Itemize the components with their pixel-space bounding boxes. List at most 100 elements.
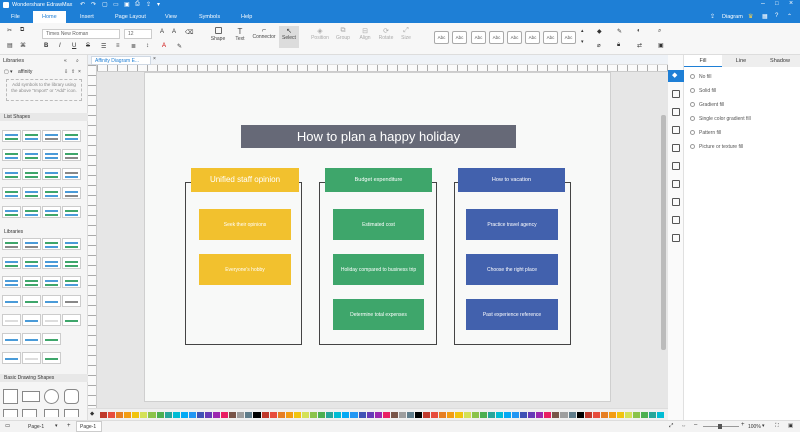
format-painter-icon[interactable]: ⌘ — [20, 42, 26, 49]
color-swatch[interactable] — [657, 412, 665, 418]
fill-option[interactable]: Pattern fill — [690, 130, 721, 136]
color-swatch[interactable] — [253, 412, 261, 418]
shape-thumbnail[interactable] — [42, 206, 61, 218]
theme-icon[interactable]: ▣ — [658, 42, 664, 49]
style-preset[interactable]: Abc — [434, 31, 449, 44]
text-button[interactable]: T Text — [230, 27, 250, 42]
color-swatch[interactable] — [334, 412, 342, 418]
library-dropdown-icon[interactable]: ▾ — [10, 69, 13, 75]
rectangle-shape[interactable] — [3, 389, 18, 404]
chart-tool-icon[interactable] — [672, 162, 680, 170]
undo-icon[interactable]: ↶ — [80, 1, 85, 8]
color-swatch[interactable] — [423, 412, 431, 418]
collapse-panel-icon[interactable]: « — [64, 58, 67, 64]
shape-thumbnail[interactable] — [2, 206, 21, 218]
font-grow-icon[interactable]: A — [160, 29, 164, 35]
color-swatch[interactable] — [100, 412, 108, 418]
shape-thumbnail[interactable] — [44, 409, 59, 417]
shape-thumbnail[interactable] — [2, 257, 21, 269]
color-swatch[interactable] — [415, 412, 423, 418]
page-tool-icon[interactable] — [672, 144, 680, 152]
color-swatch[interactable] — [479, 412, 487, 418]
align-icon[interactable]: ≣ — [131, 43, 136, 50]
column-header[interactable]: Budget expenditure — [325, 168, 432, 192]
shape-thumbnail[interactable] — [62, 257, 81, 269]
style-preset[interactable]: Abc — [471, 31, 486, 44]
select-button[interactable]: ↖ Select — [279, 26, 299, 48]
color-swatch[interactable] — [633, 412, 641, 418]
color-swatch[interactable] — [528, 412, 536, 418]
shape-thumbnail[interactable] — [22, 238, 41, 250]
color-swatch[interactable] — [164, 412, 172, 418]
color-swatch[interactable] — [406, 412, 415, 418]
affinity-card[interactable]: Past experience reference — [466, 299, 558, 330]
diagram-title[interactable]: How to plan a happy holiday — [241, 125, 516, 148]
color-swatch[interactable] — [277, 412, 285, 418]
shape-thumbnail[interactable] — [62, 149, 81, 161]
affinity-card[interactable]: Determine total expenses — [333, 299, 424, 330]
print-icon[interactable]: ⎙ — [135, 1, 140, 8]
color-swatch[interactable] — [293, 412, 301, 418]
layers-tool-icon[interactable] — [672, 126, 680, 134]
shape-thumbnail[interactable] — [2, 352, 21, 364]
color-swatch[interactable] — [649, 412, 657, 418]
style-preset[interactable]: Abc — [543, 31, 558, 44]
style-preset[interactable]: Abc — [489, 31, 504, 44]
color-swatch[interactable] — [390, 412, 398, 418]
color-swatch[interactable] — [318, 412, 326, 418]
clear-format-icon[interactable]: ⌫ — [185, 29, 193, 36]
color-swatch[interactable] — [221, 412, 229, 418]
shape-thumbnail[interactable] — [42, 333, 61, 345]
affinity-card[interactable]: Holiday compared to business trip — [333, 254, 424, 285]
style-preset[interactable]: Abc — [507, 31, 522, 44]
fill-option[interactable]: Picture or texture fill — [690, 144, 743, 150]
color-swatch[interactable] — [503, 412, 511, 418]
color-swatch[interactable] — [455, 412, 463, 418]
style-preset[interactable]: Abc — [452, 31, 467, 44]
color-swatch[interactable] — [108, 412, 116, 418]
maximize-icon[interactable]: □ — [775, 1, 779, 7]
shape-thumbnail[interactable] — [62, 276, 81, 288]
color-swatch[interactable] — [560, 412, 568, 418]
vertical-scrollbar[interactable] — [661, 115, 666, 350]
shape-thumbnail[interactable] — [42, 257, 61, 269]
page-select[interactable]: Page-1 — [28, 424, 44, 430]
fill-option[interactable]: Gradient fill — [690, 102, 724, 108]
help-icon[interactable]: ? — [775, 13, 778, 19]
color-swatch[interactable] — [520, 412, 528, 418]
copy-icon[interactable]: ⧉ — [20, 27, 24, 34]
fill-tool-active[interactable]: ◆ — [668, 70, 684, 82]
connector-button[interactable]: ⌐ Connector — [251, 27, 277, 40]
highlight-icon[interactable]: ✎ — [177, 43, 182, 50]
color-swatch[interactable] — [511, 412, 520, 418]
shape-button[interactable]: Shape — [208, 27, 228, 42]
color-swatch[interactable] — [439, 412, 447, 418]
page-dropdown-icon[interactable]: ▾ — [55, 423, 58, 429]
color-swatch[interactable] — [358, 412, 366, 418]
import-icon[interactable]: ⇩ — [64, 69, 68, 75]
color-swatch[interactable] — [374, 412, 382, 418]
color-swatch[interactable] — [495, 412, 503, 418]
color-swatch[interactable] — [172, 412, 180, 418]
color-swatch[interactable] — [116, 412, 124, 418]
color-swatch[interactable] — [382, 412, 390, 418]
shape-thumbnail[interactable] — [42, 314, 61, 326]
column-header[interactable]: How to vacation — [458, 168, 565, 192]
share-icon[interactable]: ⇪ — [710, 13, 715, 20]
fill-option[interactable]: No fill — [690, 74, 712, 80]
fullscreen-icon[interactable]: ⛶ — [775, 423, 779, 430]
color-swatch[interactable] — [431, 412, 439, 418]
bullet-list-icon[interactable]: ☰ — [101, 43, 106, 50]
line-tool-icon[interactable] — [672, 90, 680, 98]
color-swatch[interactable] — [536, 412, 544, 418]
zoom-slider-handle[interactable] — [718, 424, 722, 429]
bold-icon[interactable]: B — [44, 43, 48, 49]
fit-tool-icon[interactable] — [672, 234, 680, 242]
find-icon[interactable]: ⌕ — [658, 28, 661, 35]
menu-symbols[interactable]: Symbols — [199, 14, 220, 20]
affinity-card[interactable]: Everyone's hobby — [199, 254, 291, 285]
open-icon[interactable]: ▭ — [113, 1, 119, 8]
menu-help[interactable]: Help — [241, 14, 252, 20]
rounded-square-shape[interactable] — [64, 389, 79, 404]
affinity-card[interactable]: Practice travel agency — [466, 209, 558, 240]
